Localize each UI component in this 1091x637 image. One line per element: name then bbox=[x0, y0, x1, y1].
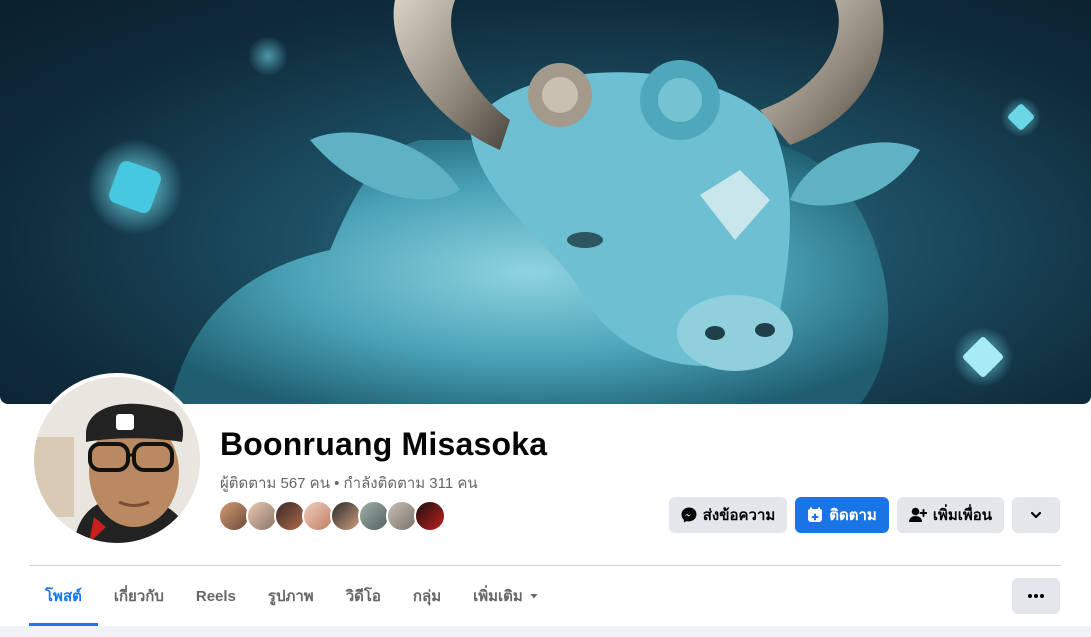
page-background-strip bbox=[0, 626, 1091, 637]
tab-photos-label: รูปภาพ bbox=[267, 588, 314, 605]
tab-videos[interactable]: วิดีโอ bbox=[330, 566, 397, 626]
tab-videos-label: วิดีโอ bbox=[345, 588, 381, 605]
profile-tabs: โพสต์ เกี่ยวกับ Reels รูปภาพ วิดีโอ กลุ่… bbox=[29, 566, 555, 626]
add-friend-button-label: เพิ่มเพื่อน bbox=[932, 507, 992, 524]
tab-groups[interactable]: กลุ่ม bbox=[397, 566, 457, 626]
message-button[interactable]: ส่งข้อความ bbox=[668, 497, 788, 533]
profile-page: Boonruang Misasoka ผู้ติดตาม 567 คน • กำ… bbox=[0, 0, 1091, 637]
tab-groups-label: กลุ่ม bbox=[412, 588, 442, 605]
chevron-down-icon bbox=[1030, 511, 1042, 519]
tab-posts[interactable]: โพสต์ bbox=[29, 566, 98, 626]
friend-avatar[interactable] bbox=[414, 500, 446, 532]
cover-photo[interactable] bbox=[0, 0, 1091, 404]
tab-posts-label: โพสต์ bbox=[45, 588, 82, 605]
tab-more[interactable]: เพิ่มเติม bbox=[457, 566, 555, 626]
tab-about[interactable]: เกี่ยวกับ bbox=[98, 566, 180, 626]
tab-more-label: เพิ่มเติม bbox=[473, 588, 523, 605]
messenger-icon bbox=[681, 507, 697, 523]
add-friend-icon bbox=[908, 507, 927, 522]
add-friend-button[interactable]: เพิ่มเพื่อน bbox=[896, 497, 1004, 533]
follow-icon bbox=[808, 507, 823, 522]
follow-button-label: ติดตาม bbox=[829, 507, 877, 524]
profile-avatar[interactable] bbox=[30, 373, 204, 547]
tab-about-label: เกี่ยวกับ bbox=[113, 588, 164, 605]
more-dots-icon bbox=[1028, 594, 1044, 598]
caret-down-icon bbox=[530, 594, 538, 599]
profile-menu-button[interactable] bbox=[1012, 578, 1060, 614]
friends-avatar-row bbox=[218, 500, 446, 532]
follow-button[interactable]: ติดตาม bbox=[795, 497, 889, 533]
more-options-dropdown-button[interactable] bbox=[1012, 497, 1060, 533]
tab-photos[interactable]: รูปภาพ bbox=[252, 566, 330, 626]
cover-illustration bbox=[87, 0, 1041, 404]
profile-name: Boonruang Misasoka bbox=[220, 426, 548, 462]
message-button-label: ส่งข้อความ bbox=[702, 507, 776, 524]
follower-stats[interactable]: ผู้ติดตาม 567 คน • กำลังติดตาม 311 คน bbox=[220, 471, 478, 495]
tab-reels[interactable]: Reels bbox=[180, 566, 252, 626]
tab-reels-label: Reels bbox=[195, 587, 236, 605]
profile-actions: ส่งข้อความ ติดตาม เพิ่มเพื่อน bbox=[668, 497, 1060, 533]
avatar-photo bbox=[34, 377, 200, 543]
